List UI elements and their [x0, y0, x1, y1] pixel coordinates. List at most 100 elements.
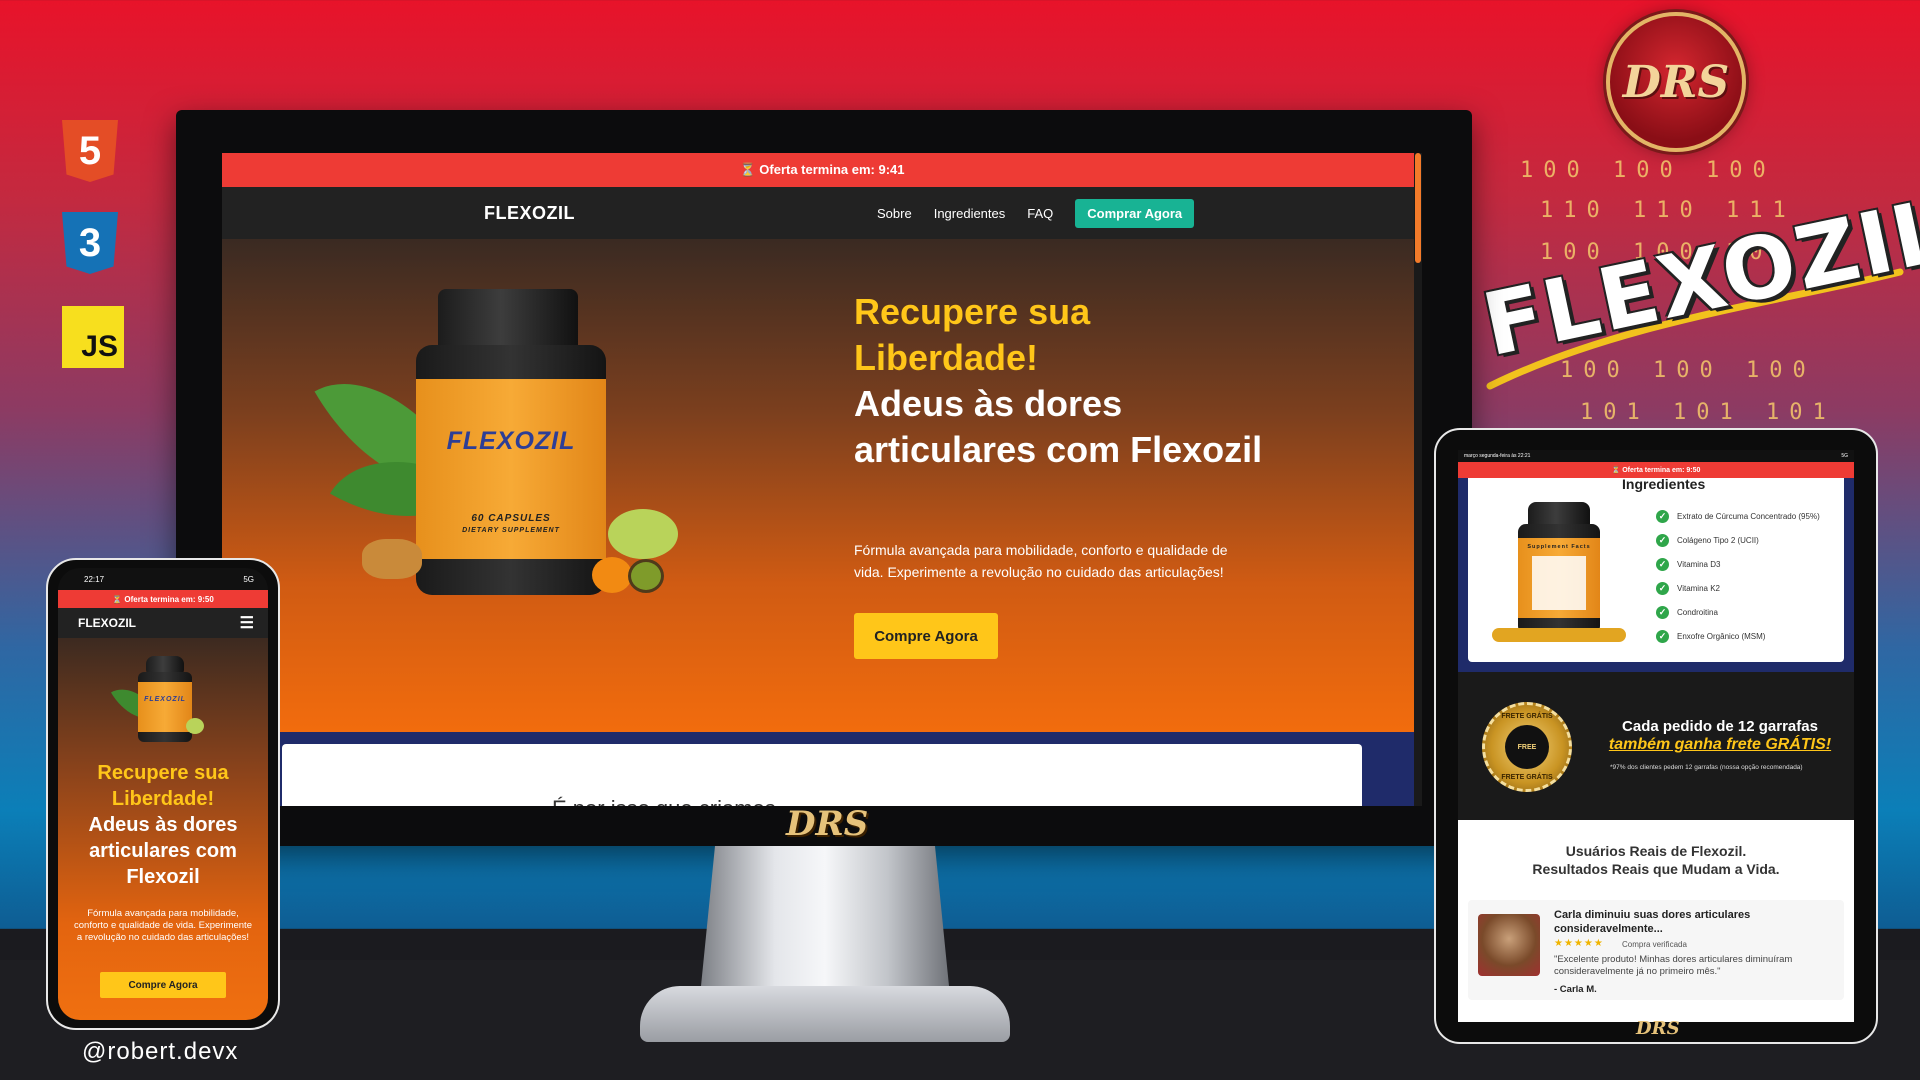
phone-offer-bar: ⏳ Oferta termina em: 9:50	[58, 590, 268, 608]
javascript-logo-icon: JS	[62, 306, 124, 368]
monitor-stand-neck	[700, 846, 950, 996]
ingredients-section: Ingredientes Supplement Facts ✓ Extrato d…	[1458, 476, 1854, 672]
tablet-status-bar: março segunda-feira às 22:21 5G	[1458, 450, 1854, 462]
capsules-decoration	[1492, 628, 1626, 642]
hero-headline-highlight: Recupere sua Liberdade!	[854, 291, 1091, 378]
grape-decoration	[608, 509, 678, 559]
reviews-title: Usuários Reais de Flexozil. Resultados R…	[1458, 842, 1854, 878]
phone-hero-subtitle: Fórmula avançada para mobilidade, confor…	[74, 908, 252, 943]
ginger-decoration	[362, 539, 422, 579]
monitor-drs-logo: DRS	[786, 804, 869, 844]
monitor-stand-base	[640, 986, 1010, 1042]
html5-logo-icon: 5	[62, 120, 118, 182]
phone-buy-button[interactable]: Compre Agora	[100, 972, 226, 998]
ingredient-name: Condroitina	[1677, 607, 1718, 617]
grape-decoration	[186, 718, 204, 734]
reviews-title-line-2: Resultados Reais que Mudam a Vida.	[1532, 861, 1780, 877]
reviews-section: Usuários Reais de Flexozil. Resultados R…	[1458, 820, 1854, 1022]
nav-link-sobre[interactable]: Sobre	[877, 206, 912, 221]
phone-nav-logo[interactable]: FLEXOZIL	[78, 616, 136, 630]
nav-link-faq[interactable]: FAQ	[1027, 206, 1053, 221]
verified-purchase-badge: Compra verificada	[1622, 940, 1687, 949]
check-icon: ✓	[1656, 581, 1669, 595]
check-icon: ✓	[1656, 629, 1669, 643]
check-icon: ✓	[1656, 557, 1669, 571]
rating-stars-icon: ★★★★★	[1554, 938, 1604, 949]
phone-status-time: 22:17	[84, 574, 105, 584]
check-icon: ✓	[1656, 605, 1669, 619]
hamburger-menu-icon[interactable]: ☰	[240, 613, 254, 633]
phone-product-jar-image: FLEXOZIL	[111, 652, 206, 748]
tablet-screen: março segunda-feira às 22:21 5G ⏳ Oferta…	[1458, 450, 1854, 1022]
hero-section: FLEXOZIL 60 CAPSULES DIETARY SUPPLEMENT …	[222, 239, 1422, 732]
tablet-status-signal: 5G	[1841, 453, 1848, 459]
jar-label: FLEXOZIL 60 CAPSULES DIETARY SUPPLEMENT	[416, 379, 606, 559]
phone-screen: 22:17 5G ⏳ Oferta termina em: 9:50 FLEXO…	[58, 568, 268, 1020]
reviewer-avatar	[1478, 914, 1540, 976]
binary-decoration-row: 100 100 100	[1520, 158, 1776, 183]
page-scrollbar[interactable]	[1414, 153, 1422, 806]
free-shipping-section: FRETE GRÁTIS FREE FRETE GRÁTIS Cada pedi…	[1458, 672, 1854, 820]
supplement-facts-panel	[1532, 556, 1586, 610]
next-section-card: É por isso que criamos	[282, 744, 1362, 806]
ingredient-name: Vitamina K2	[1677, 583, 1720, 593]
check-icon: ✓	[1656, 533, 1669, 547]
binary-decoration-row: 101 101 101	[1580, 400, 1836, 425]
review-title: Carla diminuiu suas dores articulares co…	[1554, 909, 1751, 935]
shipping-highlight: também ganha frete GRÁTIS!	[1608, 736, 1832, 753]
author-handle: @robert.devx	[82, 1038, 239, 1065]
seal-center-text: FREE	[1505, 725, 1549, 769]
phone-hero-section: FLEXOZIL Recupere sua Liberdade! Adeus à…	[58, 638, 268, 1020]
list-item: ✓ Vitamina D3	[1656, 552, 1820, 576]
seal-top-text: FRETE GRÁTIS	[1501, 713, 1553, 720]
nav-logo[interactable]: FLEXOZIL	[484, 203, 575, 224]
shipping-note: *97% dos clientes pedem 12 garrafas (nos…	[1610, 764, 1803, 771]
tablet-drs-logo: DRS	[1636, 1018, 1680, 1039]
review-author: - Carla M.	[1554, 984, 1597, 995]
orange-decoration	[592, 557, 632, 593]
review-card: Carla diminuiu suas dores articulares co…	[1468, 900, 1844, 1000]
offer-countdown-bar: ⏳ Oferta termina em: 9:41	[222, 153, 1422, 187]
ingredients-list: ✓ Extrato de Cúrcuma Concentrado (95%) ✓ C…	[1656, 504, 1820, 648]
shipping-title: Cada pedido de 12 garrafas	[1622, 718, 1818, 735]
nav-link-ingredientes[interactable]: Ingredientes	[934, 206, 1006, 221]
phone-headline-main: Adeus às dores articulares com Flexozil	[88, 814, 238, 888]
phone-status-bar: 22:17 5G	[58, 568, 268, 590]
kiwi-decoration	[628, 559, 664, 593]
phone-hero-headline: Recupere sua Liberdade! Adeus às dores a…	[58, 760, 268, 890]
list-item: ✓ Colágeno Tipo 2 (UCII)	[1656, 528, 1820, 552]
hero-headline-main: Adeus às dores articulares com Flexozil	[854, 383, 1263, 470]
tablet-status-date: março segunda-feira às 22:21	[1464, 453, 1531, 459]
jar-label: Supplement Facts	[1518, 538, 1600, 618]
ingredient-name: Extrato de Cúrcuma Concentrado (95%)	[1677, 511, 1820, 521]
next-section-heading: É por isso que criamos	[552, 796, 776, 806]
list-item: ✓ Vitamina K2	[1656, 576, 1820, 600]
tablet-product-jar-image: Supplement Facts	[1484, 498, 1634, 648]
desktop-screen: ⏳ Oferta termina em: 9:41 FLEXOZIL Sobre…	[222, 153, 1422, 806]
hero-headline: Recupere sua Liberdade! Adeus às dores a…	[854, 289, 1274, 473]
ingredient-name: Colágeno Tipo 2 (UCII)	[1677, 535, 1759, 545]
list-item: ✓ Condroitina	[1656, 600, 1820, 624]
phone-headline-highlight: Recupere sua Liberdade!	[97, 762, 229, 810]
hero-buy-button[interactable]: Compre Agora	[854, 613, 998, 659]
ingredient-name: Vitamina D3	[1677, 559, 1721, 569]
product-jar-image: FLEXOZIL 60 CAPSULES DIETARY SUPPLEMENT	[314, 279, 682, 599]
desktop-navbar: FLEXOZIL Sobre Ingredientes FAQ Comprar …	[222, 187, 1422, 239]
phone-status-signal: 5G	[243, 574, 254, 584]
hero-subtitle: Fórmula avançada para mobilidade, confor…	[854, 542, 1228, 580]
ingredients-title: Ingredientes	[1622, 476, 1706, 492]
jar-cap	[438, 289, 578, 351]
next-section: É por isso que criamos	[222, 732, 1422, 806]
nav-buy-now-button[interactable]: Comprar Agora	[1075, 198, 1195, 228]
jar-label: FLEXOZIL	[138, 682, 192, 732]
free-shipping-seal-icon: FRETE GRÁTIS FREE FRETE GRÁTIS	[1482, 702, 1572, 792]
phone-navbar: FLEXOZIL ☰	[58, 608, 268, 638]
ingredient-name: Enxofre Orgânico (MSM)	[1677, 631, 1766, 641]
scrollbar-thumb[interactable]	[1415, 153, 1421, 263]
drs-brand-logo: DRS	[1606, 12, 1746, 152]
seal-bottom-text: FRETE GRÁTIS	[1501, 774, 1553, 781]
list-item: ✓ Enxofre Orgânico (MSM)	[1656, 624, 1820, 648]
review-quote: "Excelente produto! Minhas dores articul…	[1554, 954, 1793, 977]
ingredients-card: Ingredientes Supplement Facts ✓ Extrato d…	[1468, 476, 1844, 662]
check-icon: ✓	[1656, 509, 1669, 523]
